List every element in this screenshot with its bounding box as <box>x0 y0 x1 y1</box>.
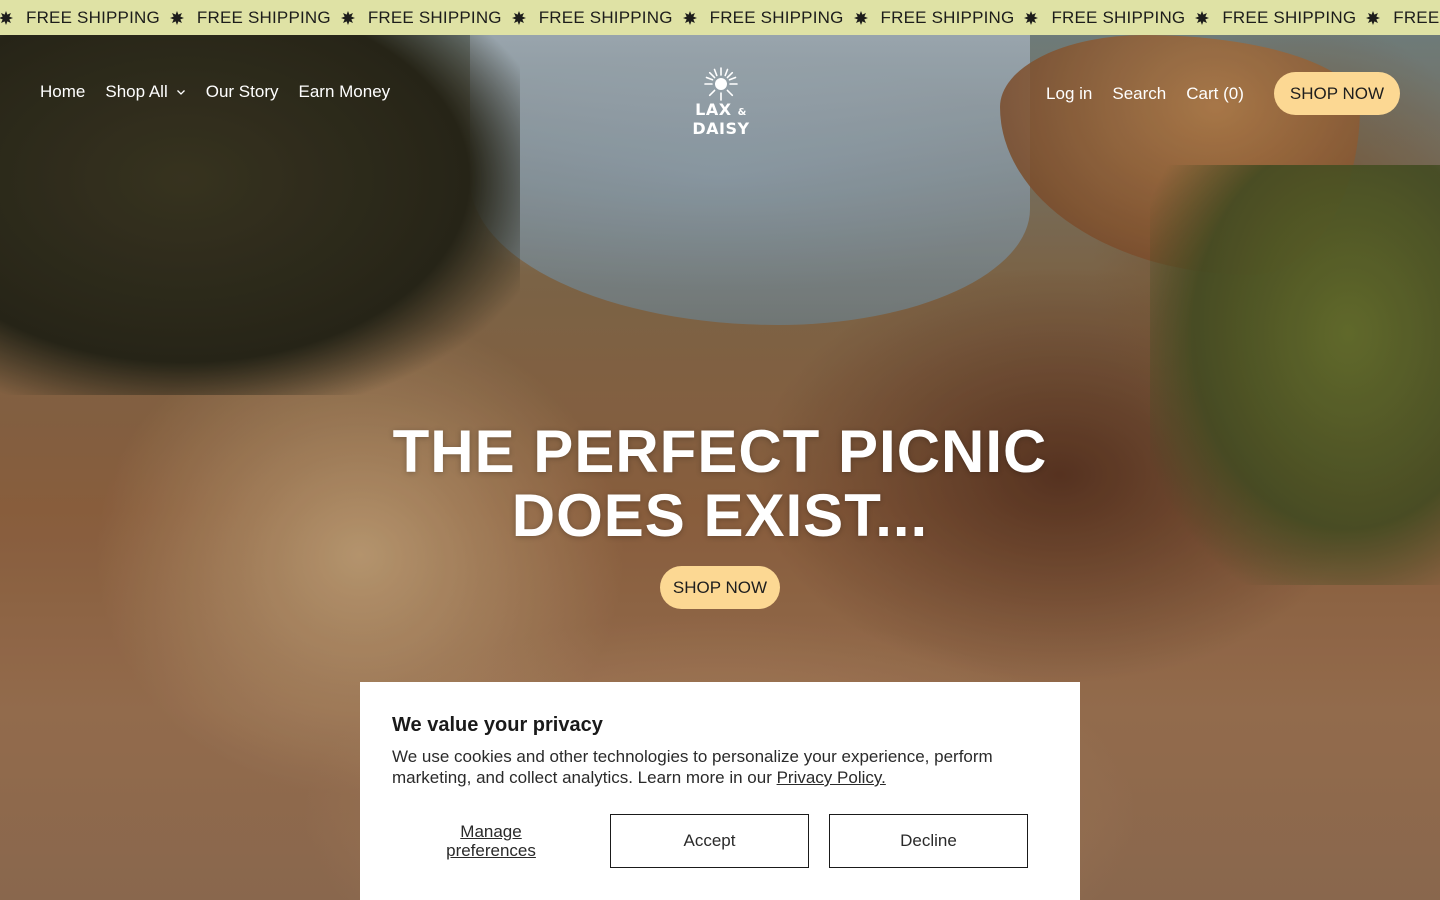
accept-button[interactable]: Accept <box>610 814 809 868</box>
cookie-title: We value your privacy <box>392 714 603 736</box>
announcement-bar: FREE SHIPPING FREE SHIPPING FREE SHIPPING F… <box>0 0 1440 35</box>
announcement-text: FREE SHIPPING <box>1393 7 1440 27</box>
privacy-policy-link[interactable]: Privacy Policy. <box>777 768 886 787</box>
utility-nav: Log in Search Cart (0) SHOP NOW <box>1046 72 1400 115</box>
manage-line2: preferences <box>446 841 536 860</box>
announcement-item: FREE SHIPPING <box>1014 8 1185 28</box>
announcement-item: FREE SHIPPING <box>160 8 331 28</box>
nav-our-story[interactable]: Our Story <box>206 82 279 102</box>
hero-headline-line1: THE PERFECT PICNIC <box>392 418 1048 485</box>
hero-shop-now-button[interactable]: SHOP NOW <box>660 566 780 609</box>
announcement-text: FREE SHIPPING <box>26 7 160 27</box>
announcement-text: FREE SHIPPING <box>538 7 673 27</box>
logo-text-end: DAISY <box>692 119 750 138</box>
announcement-item: FREE SHIPPING <box>844 8 1015 28</box>
cookie-description: We use cookies and other technologies to… <box>392 746 1032 788</box>
logo-text-main: LAX <box>695 100 732 119</box>
cart-link[interactable]: Cart (0) <box>1186 84 1244 104</box>
nav-shop-all[interactable]: Shop All <box>105 82 185 102</box>
sun-burst-icon <box>853 10 868 25</box>
search-link[interactable]: Search <box>1112 84 1166 104</box>
sun-burst-icon <box>169 10 184 25</box>
site-logo[interactable]: LAX & DAISY <box>673 67 769 138</box>
login-link[interactable]: Log in <box>1046 84 1092 104</box>
sun-burst-icon <box>1024 10 1039 25</box>
announcement-item: FREE SHIPPING <box>673 8 844 28</box>
sun-burst-icon <box>1195 10 1210 25</box>
announcement-track: FREE SHIPPING FREE SHIPPING FREE SHIPPING F… <box>0 0 1440 35</box>
announcement-item: FREE SHIPPING <box>1185 8 1356 28</box>
sun-burst-icon <box>340 10 355 25</box>
nav-home[interactable]: Home <box>40 82 85 102</box>
sun-burst-icon <box>1366 10 1381 25</box>
sun-icon <box>704 67 738 101</box>
announcement-text: FREE SHIPPING <box>367 7 502 27</box>
nav-shop-all-label: Shop All <box>105 82 168 101</box>
hero-headline: THE PERFECT PICNIC DOES EXIST... <box>320 420 1120 548</box>
cookie-body-text: We use cookies and other technologies to… <box>392 747 993 787</box>
logo-text-amp: & <box>737 107 747 118</box>
site-header: Home Shop All Our Story Earn Money LAX &… <box>0 35 1440 150</box>
sun-burst-icon <box>0 10 13 25</box>
announcement-text: FREE SHIPPING <box>709 7 844 27</box>
chevron-down-icon <box>176 90 185 95</box>
sun-burst-icon <box>511 10 526 25</box>
announcement-text: FREE SHIPPING <box>880 7 1015 27</box>
primary-nav: Home Shop All Our Story Earn Money <box>40 82 390 102</box>
announcement-item: FREE SHIPPING <box>0 8 160 28</box>
announcement-item: FREE SHIPPING <box>1356 8 1440 28</box>
nav-earn-money[interactable]: Earn Money <box>299 82 391 102</box>
announcement-text: FREE SHIPPING <box>196 7 331 27</box>
announcement-item: FREE SHIPPING <box>502 8 673 28</box>
announcement-item: FREE SHIPPING <box>331 8 502 28</box>
decline-button[interactable]: Decline <box>829 814 1028 868</box>
cookie-banner: We value your privacy We use cookies and… <box>360 682 1080 900</box>
manage-preferences-link[interactable]: Manage preferences <box>392 822 590 860</box>
sun-burst-icon <box>682 10 697 25</box>
logo-wordmark: LAX & DAISY <box>673 100 769 138</box>
manage-line1: Manage <box>460 822 522 841</box>
announcement-text: FREE SHIPPING <box>1051 7 1186 27</box>
hero-headline-line2: DOES EXIST... <box>511 482 929 549</box>
announcement-text: FREE SHIPPING <box>1222 7 1357 27</box>
header-shop-now-button[interactable]: SHOP NOW <box>1273 72 1400 115</box>
